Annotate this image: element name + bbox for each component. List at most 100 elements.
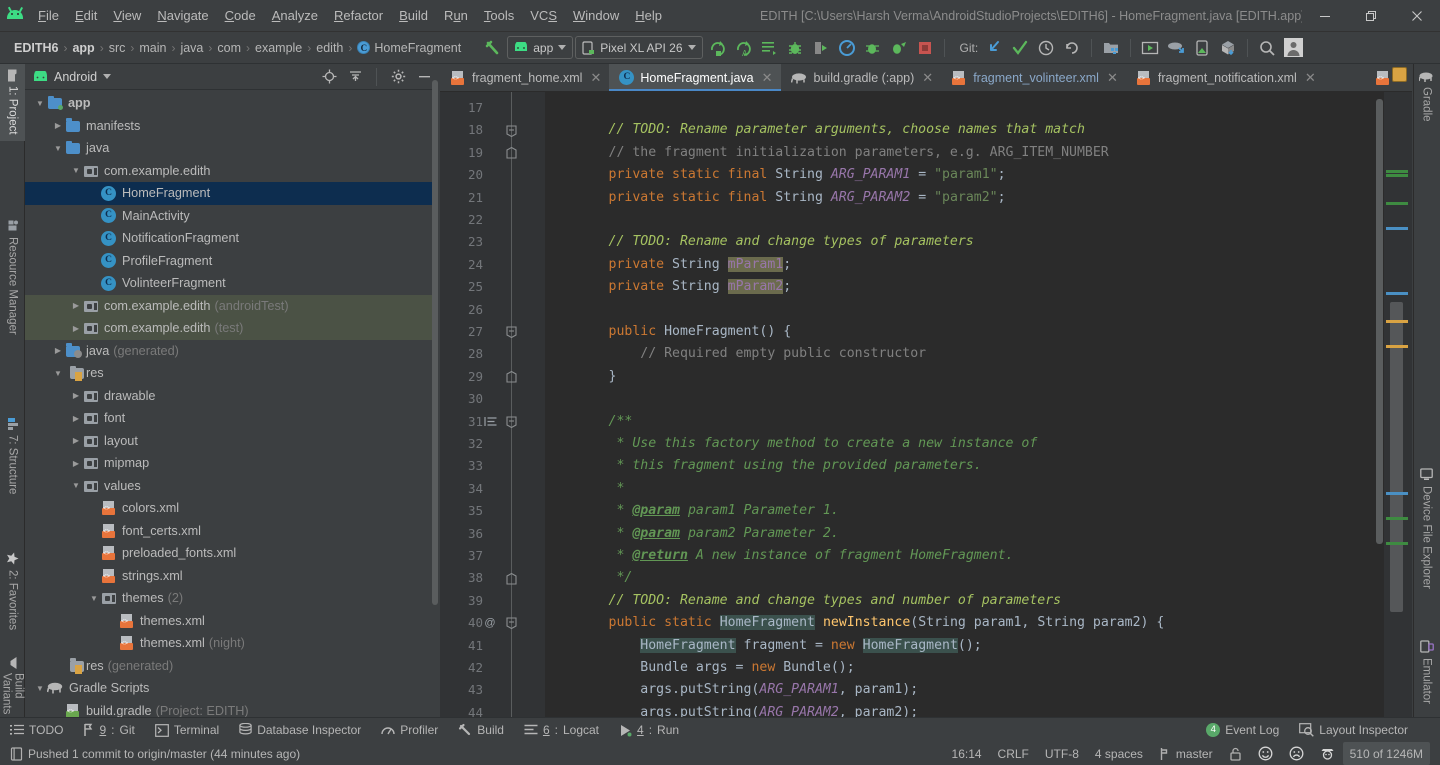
bottom-tool-profiler[interactable]: Profiler [371,718,448,743]
sidebar-item-device-file-explorer[interactable]: Device File Explorer [1413,462,1440,595]
debug-button[interactable] [783,36,807,60]
expand-arrow-icon[interactable]: ▶ [69,414,83,423]
menu-view[interactable]: View [105,5,149,26]
tree-node[interactable]: ▶drawable [25,385,440,408]
breadcrumb-item-java[interactable]: java [176,40,207,56]
breadcrumb-item-app[interactable]: app [68,40,98,56]
search-everywhere-icon[interactable] [1255,36,1279,60]
expand-arrow-icon[interactable]: ▶ [69,301,83,310]
sdk-manager-icon[interactable] [1099,36,1123,60]
bottom-tool-build[interactable]: Build [448,718,514,743]
tree-node-selected[interactable]: CHomeFragment [25,182,440,205]
device-manager-icon[interactable] [1190,36,1214,60]
override-annotation-icon[interactable]: @ [481,612,499,634]
editor-tab-fragment-home-xml[interactable]: fragment_home.xml✕ [440,64,609,91]
fold-open-icon[interactable] [504,612,519,634]
sidebar-item-favorites[interactable]: 2: Favorites [0,546,25,636]
marker-stripe[interactable] [1386,517,1408,520]
collapse-arrow-icon[interactable]: ▼ [33,684,47,693]
expand-arrow-icon[interactable]: ▶ [69,324,83,333]
tree-node[interactable]: res(generated) [25,655,440,678]
editor-tab-build-gradle-app-[interactable]: build.gradle (:app)✕ [781,64,942,91]
scroll-from-source-icon[interactable] [319,67,339,87]
tree-node[interactable]: strings.xml [25,565,440,588]
status-encoding[interactable]: UTF-8 [1037,742,1087,765]
marker-stripe[interactable] [1386,320,1408,323]
status-indent[interactable]: 4 spaces [1087,742,1151,765]
breadcrumb-item-src[interactable]: src [105,40,130,56]
tree-node[interactable]: font_certs.xml [25,520,440,543]
minimize-button[interactable] [1302,0,1348,32]
tree-node[interactable]: ▼themes(2) [25,587,440,610]
hide-panel-icon[interactable] [414,67,434,87]
tree-node[interactable]: ▶com.example.edith(test) [25,317,440,340]
profiler-icon[interactable] [835,36,859,60]
tree-node[interactable]: build.gradle(Project: EDITH) [25,700,440,718]
status-branch[interactable]: master [1151,742,1221,765]
marker-stripe[interactable] [1386,345,1408,348]
tree-node[interactable]: ▶manifests [25,115,440,138]
sidebar-item-project[interactable]: 1: Project [0,64,25,141]
fold-open-icon[interactable] [504,411,519,433]
apply-code-changes-icon[interactable] [757,36,781,60]
tree-node[interactable]: CMainActivity [25,205,440,228]
collapse-arrow-icon[interactable]: ▼ [69,481,83,490]
run-configuration-selector[interactable]: app [507,36,573,59]
status-line-separator[interactable]: CRLF [990,742,1037,765]
user-account-avatar[interactable] [1281,36,1306,60]
tree-node[interactable]: CProfileFragment [25,250,440,273]
device-selector[interactable]: Pixel XL API 26 [575,36,702,59]
run-button[interactable] [705,36,729,60]
project-tree[interactable]: ▼app▶manifests▼java▼com.example.edithCHo… [25,90,440,717]
fold-close-icon[interactable] [504,142,519,164]
tree-node[interactable]: ▼com.example.edith [25,160,440,183]
expand-arrow-icon[interactable]: ▶ [69,436,83,445]
fold-close-icon[interactable] [504,567,519,589]
breadcrumb-item-main[interactable]: main [135,40,170,56]
apply-changes-button[interactable]: A [731,36,755,60]
stop-button[interactable] [913,36,937,60]
maximize-restore-button[interactable] [1348,0,1394,32]
tree-node[interactable]: ▶java(generated) [25,340,440,363]
expand-arrow-icon[interactable]: ▶ [69,391,83,400]
collapse-arrow-icon[interactable]: ▼ [69,166,83,175]
marker-stripe[interactable] [1386,174,1408,177]
sidebar-item-structure[interactable]: 7: Structure [0,412,25,500]
fold-open-icon[interactable] [504,321,519,343]
tree-node[interactable]: CNotificationFragment [25,227,440,250]
collapse-all-icon[interactable] [345,67,365,87]
bottom-tool-database-inspector[interactable]: Database Inspector [229,718,371,743]
menu-tools[interactable]: Tools [476,5,522,26]
debug-attach-process-icon[interactable] [861,36,885,60]
menu-build[interactable]: Build [391,5,436,26]
git-rollback-icon[interactable] [1060,36,1084,60]
breadcrumb-item-homefragment[interactable]: CHomeFragment [353,40,465,56]
bottom-tool-run[interactable]: 4:Run [609,718,689,743]
menu-analyze[interactable]: Analyze [264,5,326,26]
marker-stripe[interactable] [1386,542,1408,545]
tree-node[interactable]: ▼values [25,475,440,498]
tree-node[interactable]: colors.xml [25,497,440,520]
git-history-icon[interactable] [1034,36,1058,60]
menu-navigate[interactable]: Navigate [149,5,216,26]
sidebar-item-build-variants[interactable]: Build Variants [0,652,25,720]
tree-node[interactable]: ▶layout [25,430,440,453]
tree-node[interactable]: themes.xml(night) [25,632,440,655]
tree-node[interactable]: ▶font [25,407,440,430]
close-icon[interactable]: ✕ [590,70,601,86]
bottom-tool-event-log[interactable]: 4Event Log [1196,718,1289,743]
close-icon[interactable]: ✕ [922,70,933,86]
breadcrumb-item-example[interactable]: example [251,40,306,56]
fold-open-icon[interactable] [504,119,519,141]
menu-code[interactable]: Code [217,5,264,26]
breadcrumb-item-edith[interactable]: edith [312,40,347,56]
status-message[interactable]: Pushed 1 commit to origin/master (44 min… [0,742,308,765]
bottom-tool-logcat[interactable]: 6:Logcat [514,718,609,743]
debug-process-arrow-icon[interactable] [887,36,911,60]
avd-manager-icon[interactable] [1138,36,1162,60]
close-icon[interactable]: ✕ [1305,70,1316,86]
close-button[interactable] [1394,0,1440,32]
tree-node[interactable]: ▶com.example.edith(androidTest) [25,295,440,318]
inspection-status-indicator[interactable] [1392,67,1407,82]
sidebar-item-resource-manager[interactable]: Resource Manager [0,214,25,341]
